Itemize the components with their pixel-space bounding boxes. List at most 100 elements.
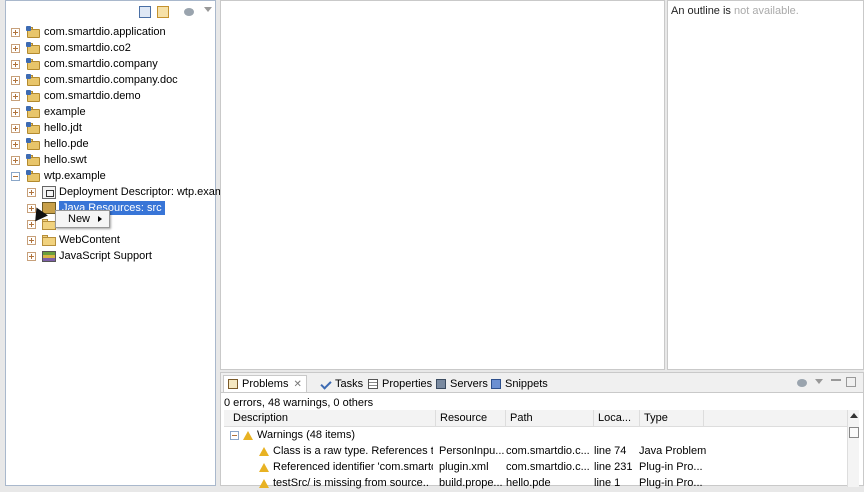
tree-item-project[interactable]: com.smartdio.application [11,24,166,40]
cell-resource: plugin.xml [439,461,489,473]
expand-toggle-icon[interactable] [11,43,20,53]
minimize-icon[interactable] [204,7,212,12]
collapse-toggle-icon[interactable] [11,171,20,181]
expand-toggle-icon[interactable] [11,91,20,101]
tree-item-javascript-support[interactable]: JavaScript Support [27,248,152,264]
tree-item-label: com.smartdio.demo [44,90,141,102]
expand-toggle-icon[interactable] [11,59,20,69]
project-folder-icon [26,154,41,166]
vertical-scrollbar[interactable] [847,410,859,487]
tree-item-project[interactable]: hello.jdt [11,120,82,136]
problems-group-row[interactable]: Warnings (48 items) [224,428,848,444]
cell-location: line 74 [594,445,627,457]
tree-item-label: hello.swt [44,154,87,166]
view-menu-icon[interactable] [184,8,194,16]
tree-item-project[interactable]: example [11,104,86,120]
tree-item-deployment-descriptor[interactable]: Deployment Descriptor: wtp.examp [27,184,230,200]
cell-path: hello.pde [506,477,551,489]
tree-item-label: com.smartdio.co2 [44,42,131,54]
cell-path: com.smartdio.c... [506,445,590,457]
group-label: Warnings (48 items) [257,429,356,441]
tab-problems[interactable]: Problems ✕ [223,375,307,392]
cell-resource: build.prope... [439,477,503,489]
column-header-resource[interactable]: Resource [436,410,506,427]
tab-snippets[interactable]: Snippets [491,375,548,392]
expand-toggle-icon[interactable] [27,235,36,245]
tree-item-label: JavaScript Support [59,250,152,262]
table-row[interactable]: Class is a raw type. References to ger P… [224,444,848,460]
editor-area[interactable] [220,0,665,370]
column-header-path[interactable]: Path [506,410,594,427]
tree-item-label: example [44,106,86,118]
expand-toggle-icon[interactable] [11,123,20,133]
outline-view: An outline is not available. [667,0,864,370]
submenu-arrow-icon [98,216,102,222]
tree-item-project[interactable]: com.smartdio.demo [11,88,141,104]
tab-label: Servers [450,377,488,390]
tab-servers[interactable]: Servers [436,375,488,392]
dropdown-icon[interactable] [815,379,823,384]
project-folder-icon [26,26,41,38]
scroll-up-icon[interactable] [850,413,858,418]
tree-item-label: hello.pde [44,138,89,150]
project-folder-icon [26,90,41,102]
project-folder-icon [26,106,41,118]
project-folder-icon [26,122,41,134]
close-icon[interactable]: ✕ [293,379,301,390]
tab-tasks[interactable]: Tasks [320,375,363,392]
view-menu-icon[interactable] [797,379,807,387]
tree-item-project[interactable]: hello.pde [11,136,89,152]
tree-item-label: com.smartdio.application [44,26,166,38]
collapse-toggle-icon[interactable] [230,431,239,440]
servers-icon [436,378,446,389]
column-header-type[interactable]: Type [640,410,704,427]
tree-item-label: com.smartdio.company [44,58,158,70]
deployment-descriptor-icon [42,185,56,199]
link-with-editor-icon[interactable] [157,6,169,18]
tab-properties[interactable]: Properties [368,375,432,392]
tree-item-label: Deployment Descriptor: wtp.examp [59,186,231,198]
project-folder-icon [26,42,41,54]
column-header-location[interactable]: Loca... [594,410,640,427]
expand-toggle-icon[interactable] [11,27,20,37]
scroll-thumb[interactable] [849,427,859,438]
tree-item-project[interactable]: wtp.example [11,168,106,184]
context-menu: New [55,210,110,228]
tab-label: Properties [382,377,433,390]
cell-type: Java Problem [639,445,707,457]
table-row[interactable]: testSrc/ is missing from source.. build.… [224,476,848,492]
table-row[interactable]: Referenced identifier 'com.smartdio. plu… [224,460,848,476]
tree-item-label: wtp.example [44,170,106,182]
collapse-all-icon[interactable] [139,6,151,18]
cell-description: Class is a raw type. References to ger [273,445,433,457]
project-folder-icon [26,170,41,182]
cell-type: Plug-in Pro... [639,461,703,473]
context-menu-item-new[interactable]: New [68,213,90,225]
tree-item-webcontent[interactable]: WebContent [27,232,120,248]
bottom-view-tabs: Problems ✕ Tasks Properties Servers Snip… [221,373,863,393]
folder-icon [42,218,56,230]
problems-view: Problems ✕ Tasks Properties Servers Snip… [220,372,864,489]
tree-item-project[interactable]: com.smartdio.company [11,56,158,72]
expand-toggle-icon[interactable] [27,187,36,197]
project-folder-icon [26,74,41,86]
maximize-icon[interactable] [846,377,856,387]
properties-icon [368,378,378,389]
cell-path: com.smartdio.c... [506,461,590,473]
tasks-icon [320,377,332,390]
expand-toggle-icon[interactable] [11,155,20,165]
cell-location: line 231 [594,461,633,473]
expand-toggle-icon[interactable] [11,107,20,117]
cell-type: Plug-in Pro... [639,477,703,489]
minimize-icon[interactable] [831,379,841,381]
warning-icon [259,463,269,472]
expand-toggle-icon[interactable] [11,75,20,85]
cell-location: line 1 [594,477,621,489]
tree-item-project[interactable]: hello.swt [11,152,87,168]
tree-item-project[interactable]: com.smartdio.company.doc [11,72,178,88]
column-header-description[interactable]: Description [224,410,436,427]
tree-item-project[interactable]: com.smartdio.co2 [11,40,131,56]
expand-toggle-icon[interactable] [27,251,36,261]
project-folder-icon [26,58,41,70]
expand-toggle-icon[interactable] [11,139,20,149]
